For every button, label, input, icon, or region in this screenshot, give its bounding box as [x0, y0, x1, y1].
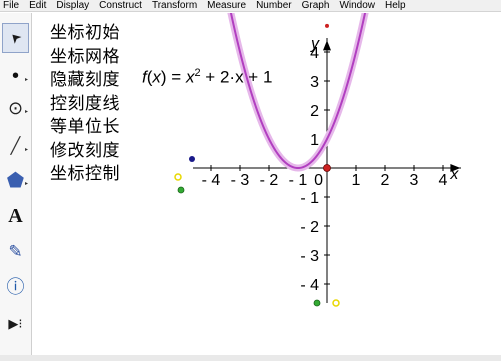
- x-tick-label: 2: [381, 172, 390, 189]
- menu-measure[interactable]: Measure: [202, 0, 251, 11]
- x-tick-label: 1: [352, 172, 361, 189]
- command-button-6[interactable]: 修改刻度: [50, 140, 120, 164]
- information-tool-icon: ⓘ: [6, 277, 25, 297]
- arrow-tool-button[interactable]: ➤: [2, 23, 29, 53]
- menu-number[interactable]: Number: [251, 0, 297, 11]
- command-button-4[interactable]: 控刻度线: [50, 93, 120, 117]
- menu-display[interactable]: Display: [51, 0, 94, 11]
- x-tick-label: 4: [439, 172, 448, 189]
- menu-transform[interactable]: Transform: [147, 0, 202, 11]
- origin-label: 0: [314, 172, 323, 189]
- function-variable: x: [152, 67, 161, 87]
- y-tick-label: - 3: [300, 248, 319, 265]
- green-control-point[interactable]: [177, 186, 185, 194]
- y-tick-label: 1: [310, 132, 319, 149]
- menu-bar: File Edit Display Construct Transform Measure…: [0, 0, 501, 12]
- origin-point[interactable]: [323, 164, 331, 172]
- marker-tool-button[interactable]: ✎: [2, 237, 29, 267]
- yellow-control-point[interactable]: [174, 173, 182, 181]
- x-tick-label: - 1: [289, 172, 308, 189]
- information-tool-button[interactable]: ⓘ: [2, 271, 29, 301]
- x-axis-name: x: [449, 166, 459, 183]
- polygon-tool-icon: ⬟: [6, 169, 25, 192]
- y-tick-label: 2: [310, 103, 319, 120]
- tool-submenu-arrow-icon: ▸: [24, 77, 28, 83]
- y-tick-label: - 2: [300, 219, 319, 236]
- command-button-7[interactable]: 坐标控制: [50, 163, 120, 187]
- compass-tool-icon: ⊙: [7, 97, 24, 118]
- y-tick-label: - 4: [300, 277, 319, 294]
- x-tick-label: - 3: [231, 172, 250, 189]
- sketch-canvas[interactable]: - 4- 3- 2- 112344321- 1- 2- 3- 40xy 坐标初始…: [33, 13, 501, 361]
- tool-submenu-arrow-icon: ▸: [24, 181, 28, 187]
- text-tool-button[interactable]: A: [2, 201, 29, 231]
- function-formula[interactable]: f(x) = x2 + 2·x + 1: [142, 67, 272, 88]
- y-tick-label: 3: [310, 74, 319, 91]
- y-axis-end-point[interactable]: [325, 23, 329, 28]
- command-button-3[interactable]: 隐藏刻度: [50, 69, 120, 93]
- polygon-tool-button[interactable]: ⬟ ▸: [2, 165, 29, 195]
- command-button-1[interactable]: 坐标初始: [50, 22, 120, 46]
- compass-tool-button[interactable]: ⊙ ▸: [2, 93, 29, 123]
- formula-equals: ) =: [160, 67, 186, 87]
- tool-submenu-arrow-icon: ▸: [24, 109, 28, 115]
- command-button-list: 坐标初始 坐标网格 隐藏刻度 控刻度线 等单位长 修改刻度 坐标控制: [50, 22, 120, 187]
- menu-construct[interactable]: Construct: [94, 0, 147, 11]
- green-bottom-control-point[interactable]: [313, 299, 321, 307]
- point-tool-button[interactable]: • ▸: [2, 61, 29, 91]
- x-tick-label: - 4: [202, 172, 221, 189]
- menu-window[interactable]: Window: [334, 0, 380, 11]
- custom-tool-button[interactable]: ▶⁝: [2, 309, 29, 339]
- y-axis-name: y: [310, 35, 320, 52]
- point-tool-icon: •: [11, 64, 19, 87]
- straightedge-tool-icon: ╱: [10, 138, 21, 155]
- status-strip: [0, 355, 501, 361]
- custom-tool-icon: ▶⁝: [8, 316, 23, 331]
- x-tick-label: - 2: [260, 172, 279, 189]
- command-button-5[interactable]: 等单位长: [50, 116, 120, 140]
- formula-rest: + 2·x + 1: [200, 67, 273, 87]
- straightedge-tool-button[interactable]: ╱ ▸: [2, 131, 29, 161]
- text-tool-icon: A: [8, 204, 23, 227]
- x-tick-label: 3: [410, 172, 419, 189]
- yellow-bottom-control-point[interactable]: [332, 299, 340, 307]
- parabola-highlight: [227, 13, 369, 172]
- function-name: f: [142, 67, 147, 87]
- toolbox: ➤ • ▸ ⊙ ▸ ╱ ▸ ⬟ ▸ A ✎ ⓘ ▶⁝: [0, 13, 32, 361]
- y-axis-arrowhead: [323, 40, 331, 51]
- menu-edit[interactable]: Edit: [24, 0, 51, 11]
- menu-help[interactable]: Help: [380, 0, 411, 11]
- menu-file[interactable]: File: [0, 0, 24, 11]
- blue-control-point[interactable]: [189, 156, 195, 162]
- command-button-2[interactable]: 坐标网格: [50, 46, 120, 70]
- arrow-tool-icon: ➤: [6, 28, 26, 48]
- marker-tool-icon: ✎: [8, 242, 23, 261]
- tool-submenu-arrow-icon: ▸: [24, 147, 28, 153]
- menu-graph[interactable]: Graph: [297, 0, 335, 11]
- y-tick-label: - 1: [300, 190, 319, 207]
